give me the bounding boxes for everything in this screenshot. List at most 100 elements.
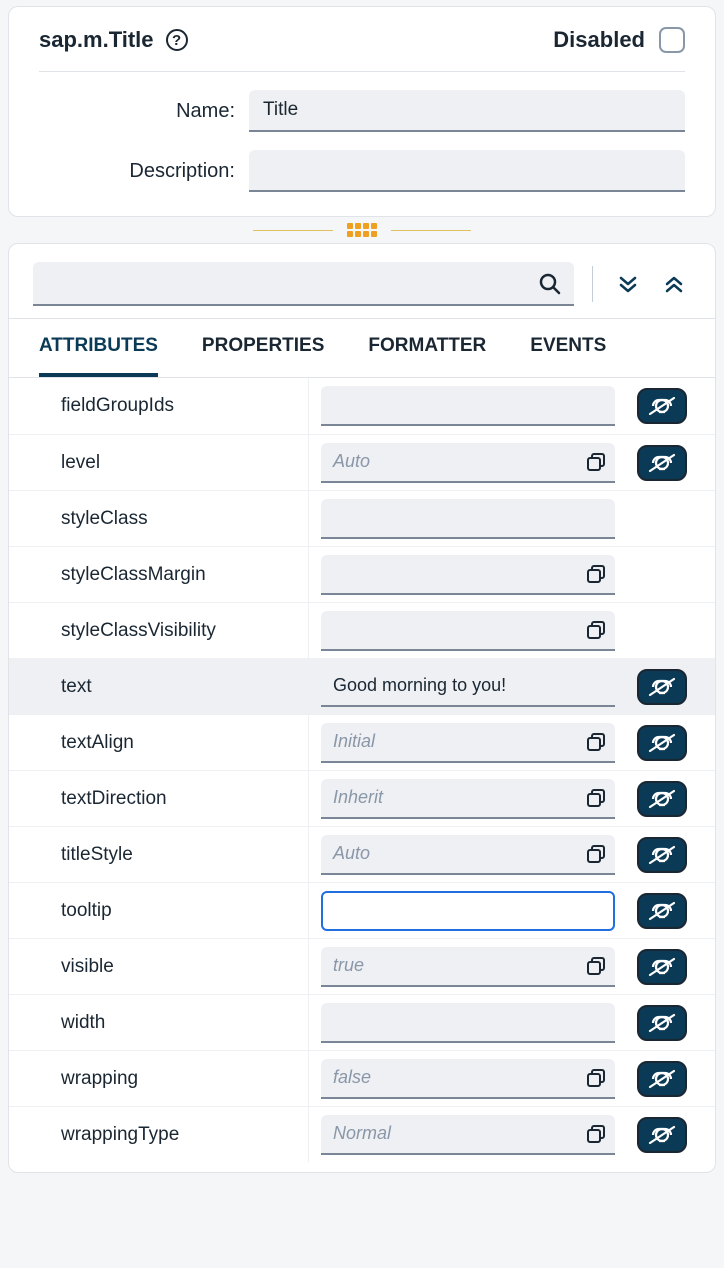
attribute-value-cell: Good morning to you! xyxy=(309,667,627,707)
attribute-value-input[interactable]: false xyxy=(321,1059,615,1099)
attribute-value-text: Initial xyxy=(333,731,585,752)
attribute-action-cell xyxy=(627,837,697,873)
binding-button[interactable] xyxy=(637,1117,687,1153)
value-help-icon[interactable] xyxy=(585,563,607,585)
attribute-value-text: Good morning to you! xyxy=(333,675,607,696)
attribute-row: titleStyleAuto xyxy=(9,826,715,882)
attribute-action-cell xyxy=(627,1117,697,1153)
tab-attributes[interactable]: ATTRIBUTES xyxy=(39,335,158,377)
attribute-value-input[interactable] xyxy=(321,499,615,539)
value-help-icon[interactable] xyxy=(585,787,607,809)
attribute-value-cell xyxy=(309,386,627,426)
attribute-value-cell: Normal xyxy=(309,1115,627,1155)
attribute-list: fieldGroupIdslevelAutostyleClassstyleCla… xyxy=(9,378,715,1162)
attribute-row: fieldGroupIds xyxy=(9,378,715,434)
attribute-value-input[interactable]: Inherit xyxy=(321,779,615,819)
attribute-row: wrappingTypeNormal xyxy=(9,1106,715,1162)
attribute-action-cell xyxy=(627,1005,697,1041)
attribute-value-cell: true xyxy=(309,947,627,987)
tab-properties[interactable]: PROPERTIES xyxy=(202,335,324,377)
binding-button[interactable] xyxy=(637,1005,687,1041)
attribute-value-input[interactable]: true xyxy=(321,947,615,987)
component-title: sap.m.Title xyxy=(39,27,154,53)
name-label: Name: xyxy=(39,100,249,123)
value-help-icon[interactable] xyxy=(585,843,607,865)
description-row: Description: xyxy=(39,150,685,192)
attribute-value-input[interactable]: Auto xyxy=(321,443,615,483)
header-top: sap.m.Title ? Disabled xyxy=(39,27,685,72)
attribute-name: textDirection xyxy=(9,771,309,826)
binding-button[interactable] xyxy=(637,669,687,705)
tabs: ATTRIBUTES PROPERTIES FORMATTER EVENTS xyxy=(9,319,715,378)
attribute-value-cell: false xyxy=(309,1059,627,1099)
attribute-row: levelAuto xyxy=(9,434,715,490)
binding-button[interactable] xyxy=(637,781,687,817)
attribute-value-input[interactable]: Normal xyxy=(321,1115,615,1155)
binding-button[interactable] xyxy=(637,893,687,929)
attribute-name: styleClassMargin xyxy=(9,547,309,602)
attribute-value-text: Inherit xyxy=(333,787,585,808)
header-right: Disabled xyxy=(553,27,685,53)
binding-button[interactable] xyxy=(637,725,687,761)
disabled-checkbox[interactable] xyxy=(659,27,685,53)
attributes-panel: ATTRIBUTES PROPERTIES FORMATTER EVENTS f… xyxy=(8,243,716,1173)
toolbar xyxy=(9,244,715,319)
search-input[interactable] xyxy=(33,262,574,306)
attribute-value-input[interactable] xyxy=(321,891,615,931)
attribute-name: tooltip xyxy=(9,883,309,938)
tab-formatter[interactable]: FORMATTER xyxy=(368,335,486,377)
attribute-value-input[interactable]: Good morning to you! xyxy=(321,667,615,707)
attribute-name: width xyxy=(9,995,309,1050)
search-icon[interactable] xyxy=(538,272,562,296)
attribute-name: fieldGroupIds xyxy=(9,378,309,434)
attribute-action-cell xyxy=(627,445,697,481)
name-input[interactable] xyxy=(249,90,685,132)
attribute-value-input[interactable] xyxy=(321,555,615,595)
attribute-value-input[interactable] xyxy=(321,1003,615,1043)
binding-button[interactable] xyxy=(637,388,687,424)
binding-button[interactable] xyxy=(637,837,687,873)
attribute-value-input[interactable] xyxy=(321,386,615,426)
attribute-name: styleClassVisibility xyxy=(9,603,309,658)
attribute-value-cell xyxy=(309,1003,627,1043)
attribute-name: wrapping xyxy=(9,1051,309,1106)
drag-handle-icon xyxy=(347,223,377,237)
binding-button[interactable] xyxy=(637,445,687,481)
attribute-value-cell xyxy=(309,891,627,931)
attribute-row: styleClassMargin xyxy=(9,546,715,602)
value-help-icon[interactable] xyxy=(585,1067,607,1089)
attribute-value-input[interactable] xyxy=(321,611,615,651)
value-help-icon[interactable] xyxy=(585,619,607,641)
expand-all-button[interactable] xyxy=(611,267,645,301)
attribute-value-input[interactable]: Auto xyxy=(321,835,615,875)
attribute-action-cell xyxy=(627,1061,697,1097)
attribute-action-cell xyxy=(627,388,697,424)
tab-events[interactable]: EVENTS xyxy=(530,335,606,377)
value-help-icon[interactable] xyxy=(585,955,607,977)
attribute-action-cell xyxy=(627,781,697,817)
value-help-icon[interactable] xyxy=(585,451,607,473)
attribute-row: textDirection Inherit xyxy=(9,770,715,826)
description-input[interactable] xyxy=(249,150,685,192)
header-left: sap.m.Title ? xyxy=(39,27,188,53)
value-help-icon[interactable] xyxy=(585,1123,607,1145)
binding-button[interactable] xyxy=(637,949,687,985)
header-panel: sap.m.Title ? Disabled Name: Description… xyxy=(8,6,716,217)
attribute-value-text: true xyxy=(333,955,585,976)
help-icon[interactable]: ? xyxy=(166,29,188,51)
attribute-row: width xyxy=(9,994,715,1050)
attribute-action-cell xyxy=(627,949,697,985)
attribute-value-input[interactable]: Initial xyxy=(321,723,615,763)
value-help-icon[interactable] xyxy=(585,731,607,753)
collapse-all-button[interactable] xyxy=(657,267,691,301)
attribute-row: styleClassVisibility xyxy=(9,602,715,658)
attribute-value-cell: Initial xyxy=(309,723,627,763)
attribute-row: wrapping false xyxy=(9,1050,715,1106)
attribute-value-cell: Auto xyxy=(309,835,627,875)
disabled-label: Disabled xyxy=(553,27,645,53)
attribute-action-cell xyxy=(627,669,697,705)
resize-divider[interactable] xyxy=(8,223,716,237)
attribute-name: text xyxy=(9,659,309,714)
binding-button[interactable] xyxy=(637,1061,687,1097)
attribute-row: styleClass xyxy=(9,490,715,546)
